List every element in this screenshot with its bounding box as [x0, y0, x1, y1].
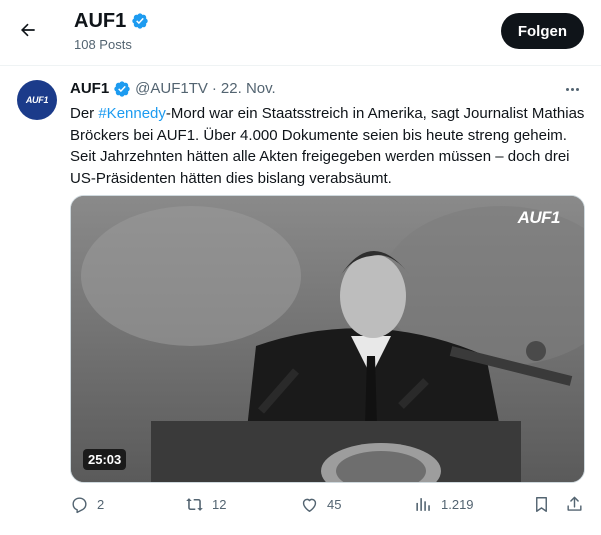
views-chart-icon [416, 498, 430, 511]
video-player[interactable]: AUF1 25:03 [70, 195, 585, 483]
video-logo: AUF1 [517, 208, 561, 227]
bookmark-button[interactable] [532, 495, 551, 514]
hashtag-link[interactable]: #Kennedy [98, 105, 166, 122]
more-dot-icon [565, 87, 569, 91]
verified-badge-icon [131, 12, 149, 30]
avatar[interactable]: AUF1 [17, 80, 57, 120]
more-options-button[interactable] [557, 77, 587, 101]
more-dot-icon [570, 87, 574, 91]
back-button[interactable] [10, 12, 46, 48]
avatar-text: AUF1 [25, 95, 49, 105]
post-separator: · [211, 80, 217, 97]
share-button[interactable] [565, 495, 584, 514]
heart-icon [302, 498, 317, 512]
arrow-left-icon [21, 23, 35, 37]
profile-header: AUF1 108 Posts Folgen [0, 0, 601, 66]
post-header: AUF1 @AUF1TV · 22. Nov. [70, 79, 276, 99]
post-actions: 2 12 45 1.219 [0, 495, 601, 517]
post-count: 108 Posts [74, 37, 132, 52]
reply-count: 2 [97, 497, 105, 512]
follow-button[interactable]: Folgen [500, 13, 584, 49]
repost-button[interactable]: 12 [185, 495, 226, 514]
post-date[interactable]: 22. Nov. [221, 79, 276, 99]
reply-icon [72, 497, 87, 514]
post-card[interactable]: AUF1 AUF1 @AUF1TV · 22. Nov. Der #Kenned… [0, 67, 601, 535]
view-count: 1.219 [441, 497, 474, 512]
post-handle[interactable]: @AUF1TV [135, 79, 208, 99]
profile-title: AUF1 [74, 10, 127, 32]
video-thumbnail [71, 196, 584, 482]
reply-button[interactable]: 2 [70, 495, 104, 514]
bookmark-icon [536, 497, 547, 512]
like-button[interactable]: 45 [300, 495, 341, 514]
profile-name: AUF1 [74, 8, 149, 34]
more-dot-icon [575, 87, 579, 91]
repost-icon [186, 498, 203, 511]
repost-count: 12 [212, 497, 227, 512]
video-duration: 25:03 [83, 449, 127, 470]
like-count: 45 [327, 497, 342, 512]
share-icon [567, 496, 582, 511]
post-text: Der #Kennedy-Mord war ein Staatsstreich … [70, 103, 585, 189]
verified-badge-icon [113, 80, 131, 98]
post-author[interactable]: AUF1 [70, 79, 109, 99]
views-button[interactable]: 1.219 [414, 495, 474, 514]
post-text-start: Der [70, 105, 99, 122]
